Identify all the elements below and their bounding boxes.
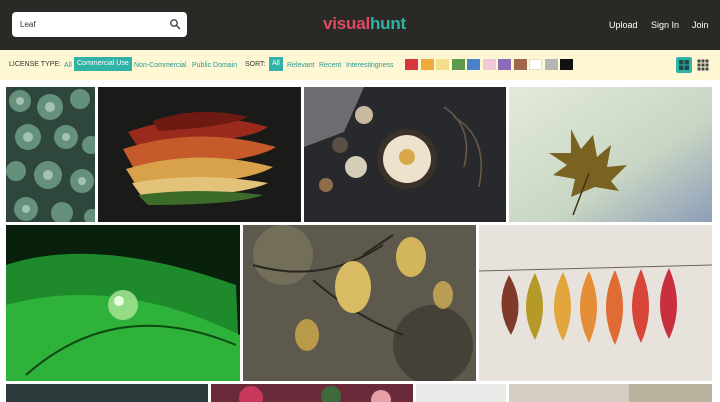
search-box[interactable]: [12, 12, 187, 37]
color-swatch[interactable]: [405, 59, 418, 70]
grid-small-view-button[interactable]: [695, 57, 711, 73]
color-swatch[interactable]: [482, 59, 496, 70]
photo-cake-flatlay[interactable]: [304, 87, 506, 222]
license-option-all[interactable]: All: [62, 60, 74, 72]
filter-bar: LICENSE TYPE: All Commercial Use Non-Com…: [0, 50, 720, 80]
upload-link[interactable]: Upload: [609, 20, 638, 30]
sort-option-all[interactable]: All: [269, 57, 283, 71]
color-swatch[interactable]: [560, 59, 573, 70]
search-input[interactable]: [12, 12, 162, 37]
photo-dried-leaves-stack[interactable]: [98, 87, 301, 222]
site-logo[interactable]: visualhunt: [323, 14, 406, 34]
logo-part-hunt: hunt: [370, 14, 407, 33]
license-option-non-commercial[interactable]: Non-Commercial: [132, 60, 189, 72]
logo-part-visual: visual: [323, 14, 370, 33]
photo-yellow-leaves-branch[interactable]: [243, 225, 476, 381]
license-option-commercial-use[interactable]: Commercial Use: [74, 57, 132, 71]
photo-row3-2[interactable]: [211, 384, 413, 402]
color-swatch[interactable]: [420, 59, 434, 70]
sort-option-relevant[interactable]: Relevant: [285, 60, 317, 72]
color-swatch[interactable]: [544, 59, 558, 70]
grid-small-icon: [697, 59, 709, 71]
sort-option-interestingness[interactable]: Interestingness: [344, 60, 395, 72]
color-swatch[interactable]: [513, 59, 527, 70]
sort-label: SORT:: [245, 61, 266, 68]
color-swatch[interactable]: [467, 59, 480, 70]
search-icon[interactable]: [169, 18, 181, 30]
color-swatch[interactable]: [451, 59, 465, 70]
photo-row3-1[interactable]: [6, 384, 208, 402]
grid-large-icon: [679, 60, 689, 70]
photo-succulents[interactable]: [6, 87, 95, 222]
sign-in-link[interactable]: Sign In: [651, 20, 679, 30]
photo-autumn-maple-leaf[interactable]: [509, 87, 712, 222]
join-link[interactable]: Join: [692, 20, 709, 30]
color-swatch[interactable]: [529, 59, 542, 70]
photo-colorful-leaves-string[interactable]: [479, 225, 712, 381]
license-option-public-domain[interactable]: Public Domain: [190, 60, 239, 72]
sort-option-recent[interactable]: Recent: [317, 60, 343, 72]
photo-row3-4[interactable]: [509, 384, 712, 402]
grid-large-view-button[interactable]: [676, 57, 692, 73]
photo-green-leaf-droplet[interactable]: [6, 225, 240, 381]
top-header: visualhunt Upload Sign In Join: [0, 0, 720, 50]
photo-row3-3[interactable]: [416, 384, 506, 402]
license-type-label: LICENSE TYPE:: [9, 61, 62, 68]
color-swatch[interactable]: [498, 59, 511, 70]
color-swatch[interactable]: [436, 59, 449, 70]
